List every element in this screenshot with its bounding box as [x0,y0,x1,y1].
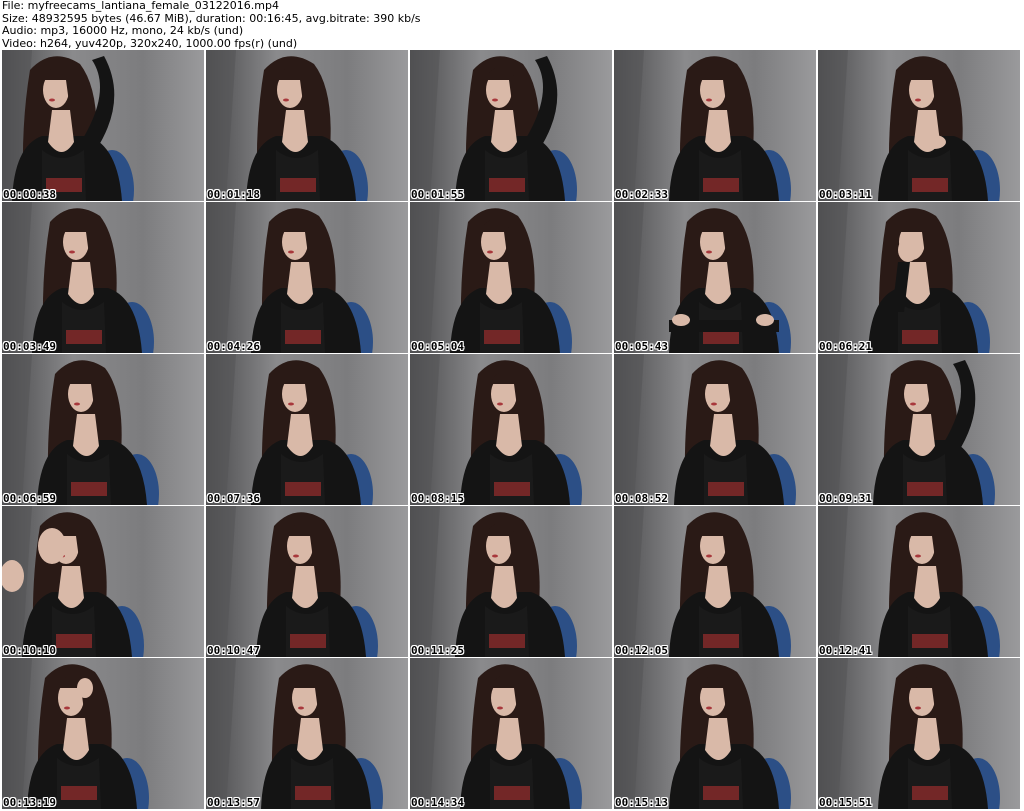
timestamp-label: 00:10:10 [3,644,56,657]
timestamp-label: 00:08:15 [411,492,464,505]
timestamp-label: 00:04:26 [207,340,260,353]
video-frame-image [206,658,408,809]
timestamp-label: 00:05:43 [615,340,668,353]
timestamp-label: 00:13:57 [207,796,260,809]
video-frame-image [2,202,204,353]
video-frame-image [206,354,408,505]
video-thumbnail: 00:06:21 [818,202,1020,353]
video-frame-image [206,506,408,657]
video-frame-image [818,50,1020,201]
video-thumbnail: 00:14:34 [410,658,612,809]
video-frame-image [818,354,1020,505]
video-frame-image [818,202,1020,353]
timestamp-label: 00:01:55 [411,188,464,201]
video-thumbnail: 00:04:26 [206,202,408,353]
timestamp-label: 00:06:21 [819,340,872,353]
video-thumbnail: 00:00:38 [2,50,204,201]
video-thumbnail: 00:08:15 [410,354,612,505]
video-thumbnail: 00:06:59 [2,354,204,505]
video-thumbnail: 00:12:05 [614,506,816,657]
video-thumbnail: 00:07:36 [206,354,408,505]
file-name-line: File: myfreecams_lantiana_female_0312201… [2,0,279,12]
video-thumbnail: 00:01:18 [206,50,408,201]
timestamp-label: 00:05:04 [411,340,464,353]
video-frame-image [410,506,612,657]
timestamp-label: 00:15:13 [615,796,668,809]
thumbnail-grid: 00:00:38 00:01:18 00:01:55 00:02:33 00:0… [2,50,1024,811]
video-frame-image [206,202,408,353]
video-frame-image [2,658,204,809]
video-info-line: Video: h264, yuv420p, 320x240, 1000.00 f… [2,36,298,50]
file-info-header: File: myfreecams_lantiana_female_0312201… [2,0,1022,50]
video-thumbnail: 00:10:47 [206,506,408,657]
video-thumbnail: 00:13:19 [2,658,204,809]
video-thumbnail: 00:02:33 [614,50,816,201]
timestamp-label: 00:08:52 [615,492,668,505]
timestamp-label: 00:03:11 [819,188,872,201]
video-thumbnail: 00:05:43 [614,202,816,353]
video-frame-image [410,50,612,201]
timestamp-label: 00:10:47 [207,644,260,657]
timestamp-label: 00:03:49 [3,340,56,353]
video-thumbnail: 00:09:31 [818,354,1020,505]
video-frame-image [818,506,1020,657]
timestamp-label: 00:01:18 [207,188,260,201]
video-frame-image [410,202,612,353]
video-thumbnail: 00:10:10 [2,506,204,657]
video-thumbnail: 00:15:51 [818,658,1020,809]
timestamp-label: 00:09:31 [819,492,872,505]
video-frame-image [614,50,816,201]
video-frame-image [206,50,408,201]
video-frame-image [614,202,816,353]
video-frame-image [2,354,204,505]
video-frame-image [614,506,816,657]
video-frame-image [410,658,612,809]
video-thumbnail: 00:13:57 [206,658,408,809]
video-thumbnail: 00:03:11 [818,50,1020,201]
video-frame-image [818,658,1020,809]
video-thumbnail: 00:12:41 [818,506,1020,657]
video-frame-image [2,50,204,201]
timestamp-label: 00:14:34 [411,796,464,809]
timestamp-label: 00:12:41 [819,644,872,657]
timestamp-label: 00:00:38 [3,188,56,201]
video-thumbnail: 00:03:49 [2,202,204,353]
video-frame-image [614,354,816,505]
video-thumbnail: 00:01:55 [410,50,612,201]
timestamp-label: 00:07:36 [207,492,260,505]
timestamp-label: 00:11:25 [411,644,464,657]
video-frame-image [614,658,816,809]
video-frame-image [2,506,204,657]
audio-info-line: Audio: mp3, 16000 Hz, mono, 24 kb/s (und… [2,24,244,37]
video-thumbnail: 00:05:04 [410,202,612,353]
timestamp-label: 00:12:05 [615,644,668,657]
video-thumbnail: 00:15:13 [614,658,816,809]
timestamp-label: 00:13:19 [3,796,56,809]
timestamp-label: 00:02:33 [615,188,668,201]
video-thumbnail: 00:11:25 [410,506,612,657]
timestamp-label: 00:06:59 [3,492,56,505]
timestamp-label: 00:15:51 [819,796,872,809]
video-thumbnail: 00:08:52 [614,354,816,505]
video-frame-image [410,354,612,505]
